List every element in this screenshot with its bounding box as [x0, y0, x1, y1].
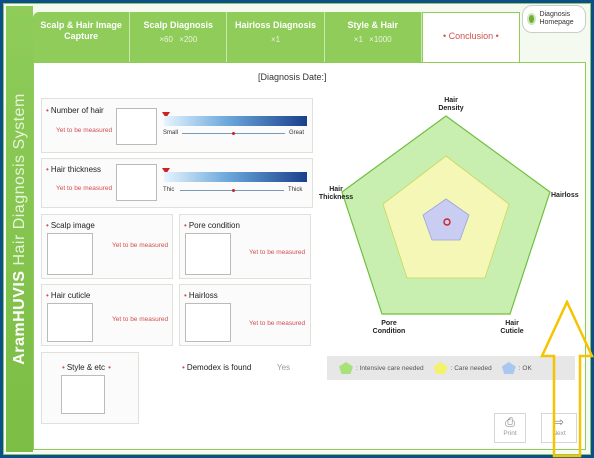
brand-name: AramHUVIS — [10, 270, 28, 365]
tab-hairloss-diagnosis[interactable]: Hairloss Diagnosis ×1 — [227, 12, 325, 62]
pentagon-icon — [433, 362, 448, 374]
number-of-hair-status: Yet to be measured — [56, 127, 113, 134]
tab-label: Scalp & Hair Image Capture — [40, 20, 122, 41]
hairloss-status: Yet to be measured — [249, 320, 306, 327]
tab-image-capture[interactable]: Scalp & Hair Image Capture — [33, 12, 131, 62]
print-button[interactable]: ⎙ Print — [494, 413, 526, 443]
label-text: Number of hair — [50, 106, 104, 115]
callout-arrow-icon — [540, 300, 594, 458]
tab-zoom-options: ×1 ×1000 — [325, 35, 421, 44]
label-text: Style & etc — [66, 363, 106, 372]
label-text: Scalp image — [50, 221, 95, 230]
label-text: Pore condition — [188, 221, 240, 230]
demodex-value: Yes — [277, 363, 291, 372]
zoom-option[interactable]: ×60 — [159, 35, 173, 44]
pore-condition-status: Yet to be measured — [249, 249, 306, 256]
number-of-hair-label: • Number of hair — [46, 106, 104, 115]
tab-conclusion[interactable]: • Conclusion • — [421, 12, 521, 62]
axis-label-hairloss: Hairloss — [551, 192, 579, 199]
hair-cuticle-label: • Hair cuticle — [46, 291, 91, 300]
hairloss-label: • Hairloss — [184, 291, 218, 300]
zoom-option[interactable]: ×1 — [271, 35, 280, 44]
sidebar: AramHUVIS Hair Diagnosis System — [6, 6, 33, 452]
axis-label-hair-thickness: Hair Thickness — [318, 186, 354, 201]
label-text: Hair thickness — [50, 165, 102, 174]
tab-bar: Scalp & Hair Image Capture Scalp Diagnos… — [33, 12, 521, 62]
diagnosis-homepage-button[interactable]: Diagnosis Homepage — [522, 5, 586, 33]
tab-scalp-diagnosis[interactable]: Scalp Diagnosis ×60 ×200 — [130, 12, 228, 62]
legend-label: : Intensive care needed — [356, 364, 424, 372]
legend-label: : Care needed — [450, 364, 492, 372]
pore-condition-label: • Pore condition — [184, 221, 240, 230]
tab-label: Style & Hair — [347, 20, 398, 30]
axis-label-pore-condition: Pore Condition — [372, 320, 406, 335]
label-text: Hair cuticle — [50, 291, 91, 300]
style-etc-box[interactable] — [61, 375, 105, 414]
hair-cuticle-status: Yet to be measured — [112, 316, 169, 323]
hair-thickness-label: • Hair thickness — [46, 165, 102, 174]
hair-thickness-status: Yet to be measured — [56, 185, 113, 192]
pore-condition-box[interactable] — [185, 233, 231, 275]
printer-icon: ⎙ — [505, 415, 515, 429]
scale-high-label: Great — [289, 130, 305, 136]
zoom-option[interactable]: ×1000 — [369, 35, 391, 44]
zoom-option[interactable]: ×1 — [354, 35, 363, 44]
print-label: Print — [503, 430, 517, 437]
home-button-label: Diagnosis Homepage — [539, 11, 574, 26]
scale-high-label: Thick — [288, 187, 303, 193]
scalp-image-status: Yet to be measured — [112, 242, 169, 249]
radar-legend: : Intensive care needed : Care needed : … — [327, 356, 575, 380]
legend-item: : OK — [501, 362, 532, 374]
diagnosis-date: [Diagnosis Date:] — [258, 72, 327, 82]
tab-style-hair[interactable]: Style & Hair ×1 ×1000 — [324, 12, 422, 62]
axis-label-hair-density: Hair Density — [438, 97, 464, 112]
pentagon-icon — [501, 362, 516, 374]
home-circle-icon — [527, 13, 537, 25]
demodex-label: • Demodex is found — [182, 363, 252, 372]
radar-chart — [341, 115, 551, 315]
hair-thickness-scale — [164, 172, 307, 182]
scalp-image-box[interactable] — [47, 233, 93, 275]
tab-label: Hairloss Diagnosis — [234, 20, 317, 30]
hair-thickness-image[interactable] — [116, 164, 157, 201]
legend-item: : Intensive care needed — [339, 362, 424, 374]
style-etc-label: • Style & etc • — [62, 363, 111, 372]
tab-label: Scalp Diagnosis — [143, 20, 214, 30]
tab-zoom-options: ×1 — [227, 35, 323, 44]
scale-low-label: Thic — [163, 187, 175, 193]
hair-cuticle-box[interactable] — [47, 303, 93, 342]
hairloss-box[interactable] — [185, 303, 231, 342]
label-text: Demodex is found — [186, 363, 252, 372]
scalp-image-label: • Scalp image — [46, 221, 95, 230]
legend-label: : OK — [518, 364, 532, 372]
scale-dot — [232, 189, 235, 192]
number-of-hair-scale — [164, 116, 307, 126]
label-text: Hairloss — [188, 291, 218, 300]
app-subtitle: Hair Diagnosis System — [10, 93, 28, 271]
tab-zoom-options: ×60 ×200 — [130, 35, 226, 44]
app-title: AramHUVIS Hair Diagnosis System — [11, 93, 29, 365]
scale-dot — [232, 132, 235, 135]
tab-label: • Conclusion • — [443, 31, 499, 41]
scale-low-label: Small — [163, 130, 179, 136]
legend-item: : Care needed — [433, 362, 492, 374]
number-of-hair-image[interactable] — [116, 108, 157, 145]
pentagon-icon — [339, 362, 353, 374]
zoom-option[interactable]: ×200 — [179, 35, 197, 44]
axis-label-hair-cuticle: Hair Cuticle — [500, 320, 524, 335]
